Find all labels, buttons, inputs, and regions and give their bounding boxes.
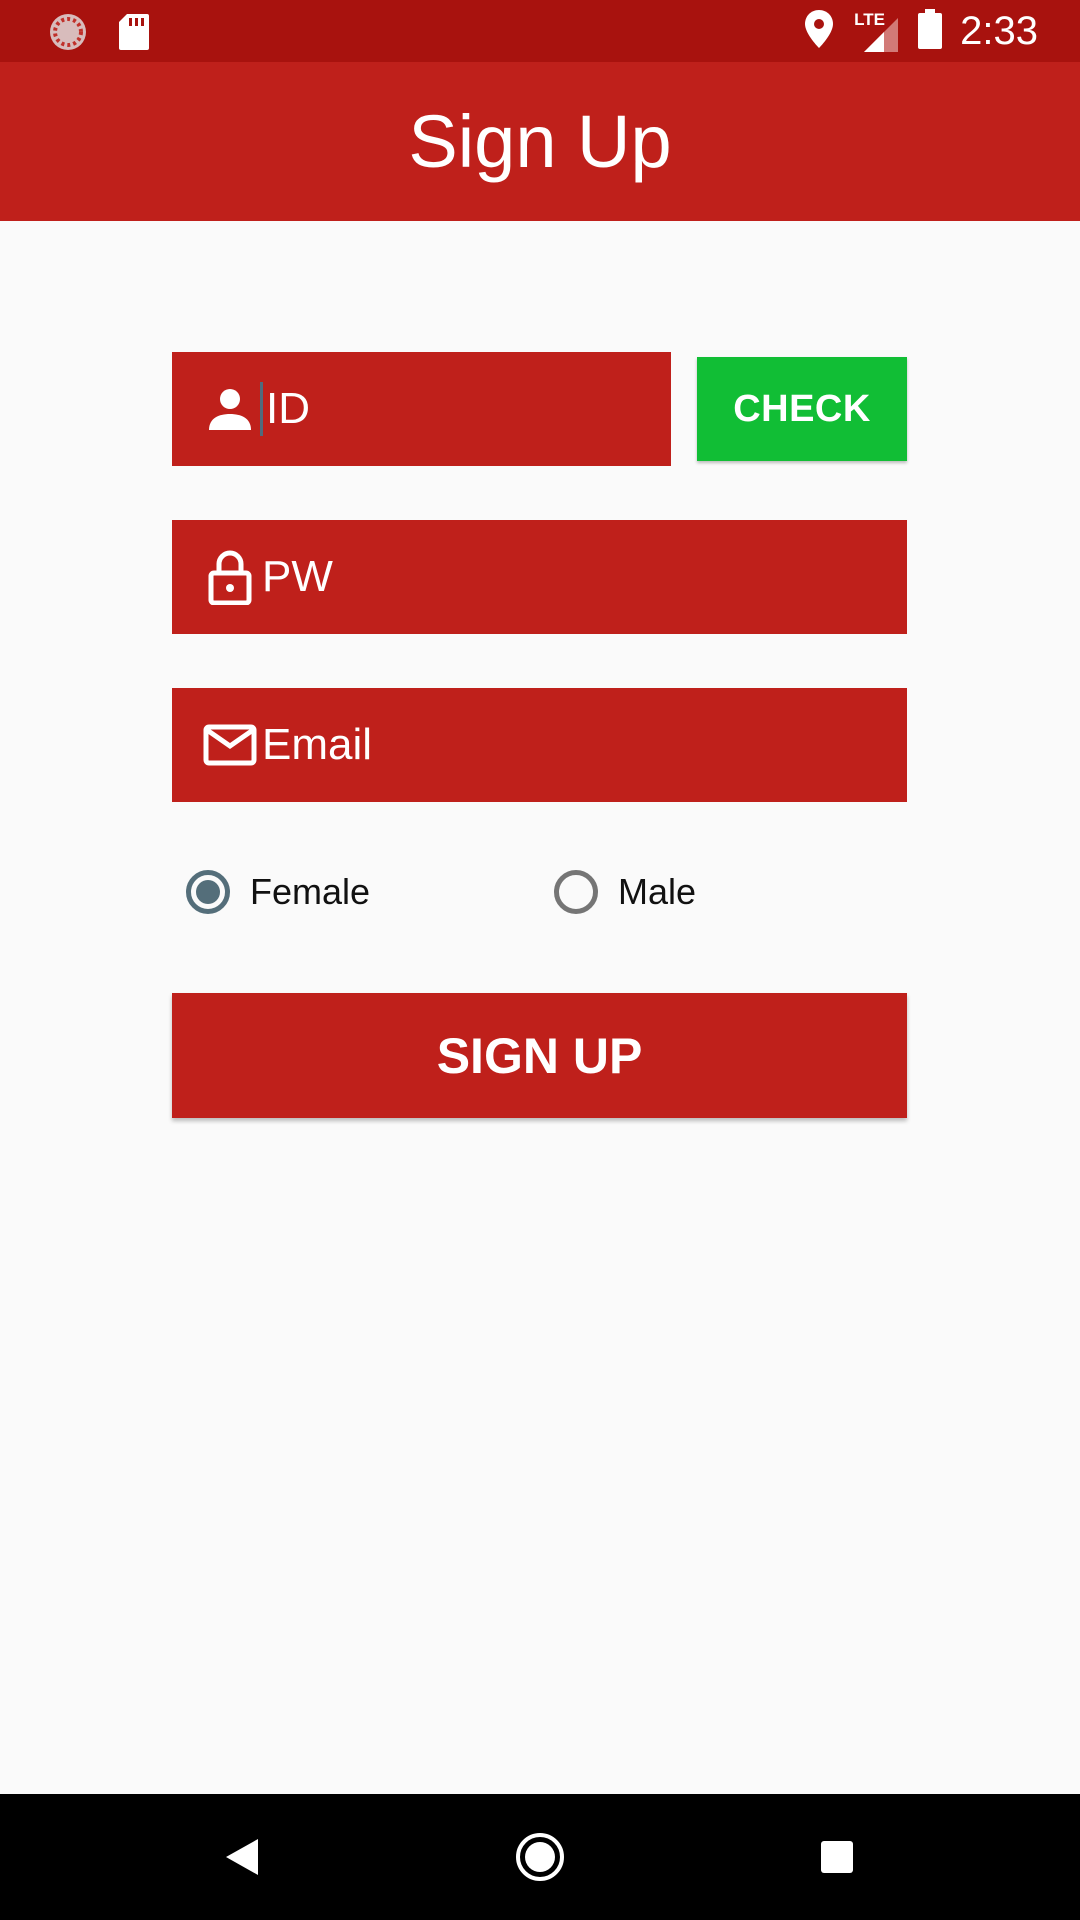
- sign-up-button[interactable]: SIGN UP: [172, 993, 907, 1118]
- gender-radio-group: Female Male: [186, 870, 906, 926]
- recents-icon[interactable]: [807, 1827, 867, 1887]
- navigation-bar: [0, 1794, 1080, 1920]
- radio-checked-icon[interactable]: [186, 870, 230, 914]
- back-icon[interactable]: [212, 1827, 272, 1887]
- page-title: Sign Up: [408, 99, 672, 183]
- text-cursor: [260, 382, 263, 436]
- battery-icon: [918, 8, 943, 54]
- mail-icon: [200, 715, 260, 775]
- signal-icon: LTE: [852, 8, 900, 54]
- id-input[interactable]: ID: [172, 352, 671, 466]
- location-icon: [804, 9, 834, 54]
- password-input[interactable]: PW: [172, 520, 907, 634]
- radio-male[interactable]: Male: [554, 870, 696, 914]
- person-icon: [200, 379, 260, 439]
- pw-placeholder: PW: [262, 552, 333, 601]
- lock-icon: [200, 547, 260, 607]
- radio-unchecked-icon[interactable]: [554, 870, 598, 914]
- sd-card-icon: [118, 13, 150, 56]
- radio-male-label: Male: [618, 871, 697, 912]
- status-bar: LTE 2:33: [0, 0, 1080, 62]
- email-input[interactable]: Email: [172, 688, 907, 802]
- id-placeholder: ID: [266, 384, 310, 433]
- loading-icon: [48, 12, 88, 57]
- status-time: 2:33: [960, 9, 1038, 53]
- email-placeholder: Email: [262, 720, 373, 769]
- radio-female-label: Female: [250, 871, 371, 912]
- check-button[interactable]: CHECK: [697, 357, 907, 461]
- app-bar: Sign Up: [0, 62, 1080, 221]
- radio-female[interactable]: Female: [186, 870, 370, 914]
- home-icon[interactable]: [510, 1827, 570, 1887]
